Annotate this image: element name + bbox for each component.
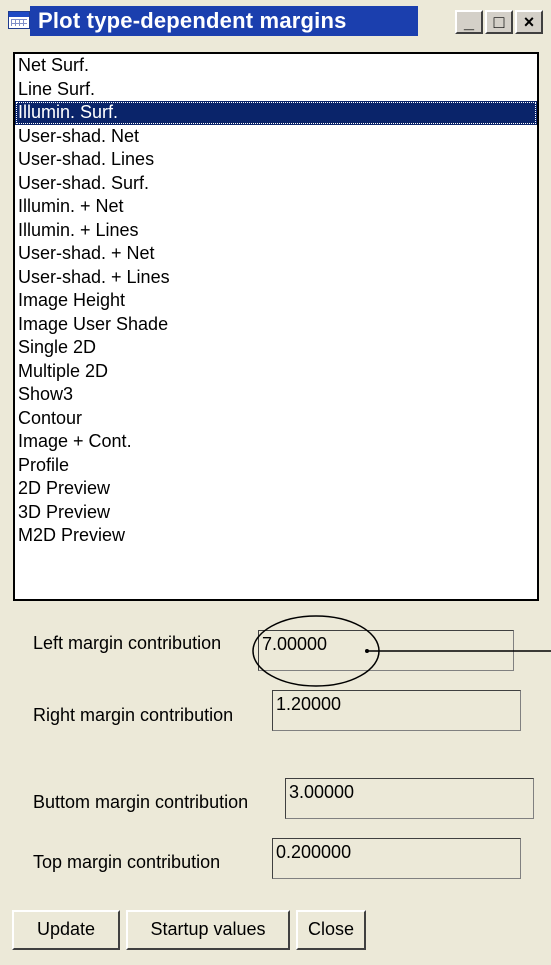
list-item[interactable]: Contour (15, 407, 537, 431)
list-item[interactable]: User-shad. + Lines (15, 266, 537, 290)
plot-type-list[interactable]: Net Surf. Line Surf. Illumin. Surf. User-sh… (13, 52, 539, 601)
left-margin-field[interactable]: 7.00000 (258, 630, 514, 671)
close-button[interactable]: Close (296, 910, 366, 950)
list-item[interactable]: Single 2D (15, 336, 537, 360)
list-item[interactable]: M2D Preview (15, 524, 537, 548)
list-item[interactable]: User-shad. Net (15, 125, 537, 149)
list-item[interactable]: 3D Preview (15, 501, 537, 525)
maximize-button[interactable]: □ (485, 10, 513, 34)
list-item[interactable]: User-shad. Lines (15, 148, 537, 172)
top-margin-field[interactable]: 0.200000 (272, 838, 521, 879)
list-item[interactable]: Show3 (15, 383, 537, 407)
list-item[interactable]: 2D Preview (15, 477, 537, 501)
list-item[interactable]: Image Height (15, 289, 537, 313)
right-margin-label: Right margin contribution (33, 705, 234, 725)
minimize-button[interactable]: _ (455, 10, 483, 34)
right-margin-field[interactable]: 1.20000 (272, 690, 521, 731)
list-item[interactable]: Image User Shade (15, 313, 537, 337)
top-margin-label: Top margin contribution (33, 852, 221, 872)
list-item[interactable]: Image + Cont. (15, 430, 537, 454)
app-icon (8, 11, 30, 29)
list-item[interactable]: Multiple 2D (15, 360, 537, 384)
bottom-margin-label: Buttom margin contribution (33, 792, 249, 812)
title-bar[interactable]: Plot type-dependent margins _ □ × (0, 0, 551, 40)
list-item[interactable]: Illumin. + Net (15, 195, 537, 219)
close-window-button[interactable]: × (515, 10, 543, 34)
left-margin-label: Left margin contribution (33, 633, 222, 653)
list-item[interactable]: Profile (15, 454, 537, 478)
list-item[interactable]: Net Surf. (15, 54, 537, 78)
startup-values-button[interactable]: Startup values (126, 910, 290, 950)
update-button[interactable]: Update (12, 910, 120, 950)
list-item[interactable]: Illumin. Surf. (15, 101, 537, 125)
list-item[interactable]: Line Surf. (15, 78, 537, 102)
list-item[interactable]: Illumin. + Lines (15, 219, 537, 243)
bottom-margin-field[interactable]: 3.00000 (285, 778, 534, 819)
list-item[interactable]: User-shad. Surf. (15, 172, 537, 196)
window-title: Plot type-dependent margins (36, 7, 353, 36)
list-item[interactable]: User-shad. + Net (15, 242, 537, 266)
